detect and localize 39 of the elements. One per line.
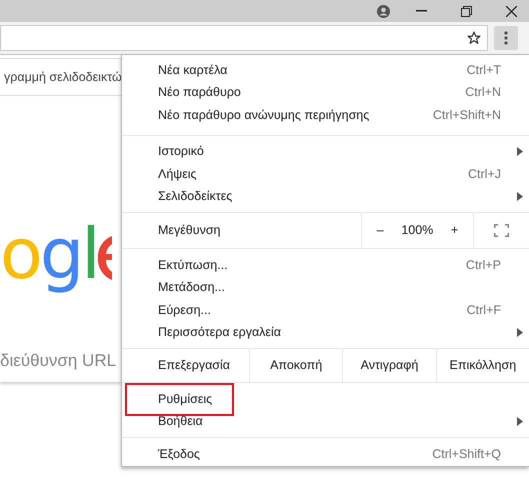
shortcut-label: Ctrl+Shift+Q (432, 446, 502, 463)
menu-item[interactable]: Ρυθμίσεις (127, 384, 232, 414)
menu-item[interactable]: Εκτύπωση... (158, 256, 228, 275)
minimize-icon[interactable] (416, 10, 427, 12)
shortcut-label: Ctrl+P (466, 256, 502, 274)
shortcut-label: Ctrl+T (466, 62, 502, 79)
menu-item[interactable]: Εύρεση... (158, 300, 211, 320)
zoom-level: 100% (401, 222, 434, 240)
menu-item[interactable]: Έξοδος (158, 444, 200, 464)
search-field[interactable]: διεύθυνση URL (0, 340, 121, 382)
edit-action-button[interactable]: Επικόλληση (436, 349, 529, 382)
menu-item[interactable]: Μετάδοση... (158, 278, 225, 298)
menu-item[interactable]: Βοήθεια (158, 412, 203, 432)
menu-item[interactable]: Νέα καρτέλα (158, 60, 228, 80)
menu-item[interactable]: Νέο παράθυρο ανώνυμης περιήγησης (158, 106, 370, 125)
menu-item[interactable]: Λήψεις (158, 164, 197, 184)
zoom-out-button[interactable]: – (372, 221, 388, 240)
profile-icon[interactable] (377, 4, 390, 18)
menu-item[interactable]: Ιστορικό (158, 142, 204, 162)
shortcut-label: Ctrl+Shift+N (432, 106, 502, 124)
edit-label: Επεξεργασία (157, 357, 232, 374)
edit-action-button[interactable]: Αποκοπή (249, 349, 342, 382)
shortcut-label: Ctrl+N (465, 84, 502, 102)
menu-item[interactable]: Περισσότερα εργαλεία (158, 323, 281, 342)
logo: ogl (0, 212, 98, 296)
zoom-label: Μεγέθυνση (157, 222, 222, 240)
more-icon (504, 31, 508, 45)
fullscreen-icon[interactable] (494, 224, 509, 237)
close-icon[interactable] (506, 6, 517, 16)
menu-item[interactable]: Νέο παράθυρο (158, 83, 241, 102)
menu-item[interactable]: Σελιδοδείκτες (158, 187, 232, 206)
restore-icon[interactable] (461, 6, 472, 16)
bookmark-bar-text: γραμμή σελιδοδεικτώ (3, 68, 121, 86)
edit-action-button[interactable]: Αντιγραφή (342, 349, 436, 382)
star-icon[interactable] (467, 31, 481, 45)
shortcut-label: Ctrl+J (468, 166, 502, 183)
menu-button[interactable] (494, 26, 518, 50)
zoom-in-button[interactable]: + (446, 221, 462, 240)
shortcut-label: Ctrl+F (466, 302, 502, 319)
